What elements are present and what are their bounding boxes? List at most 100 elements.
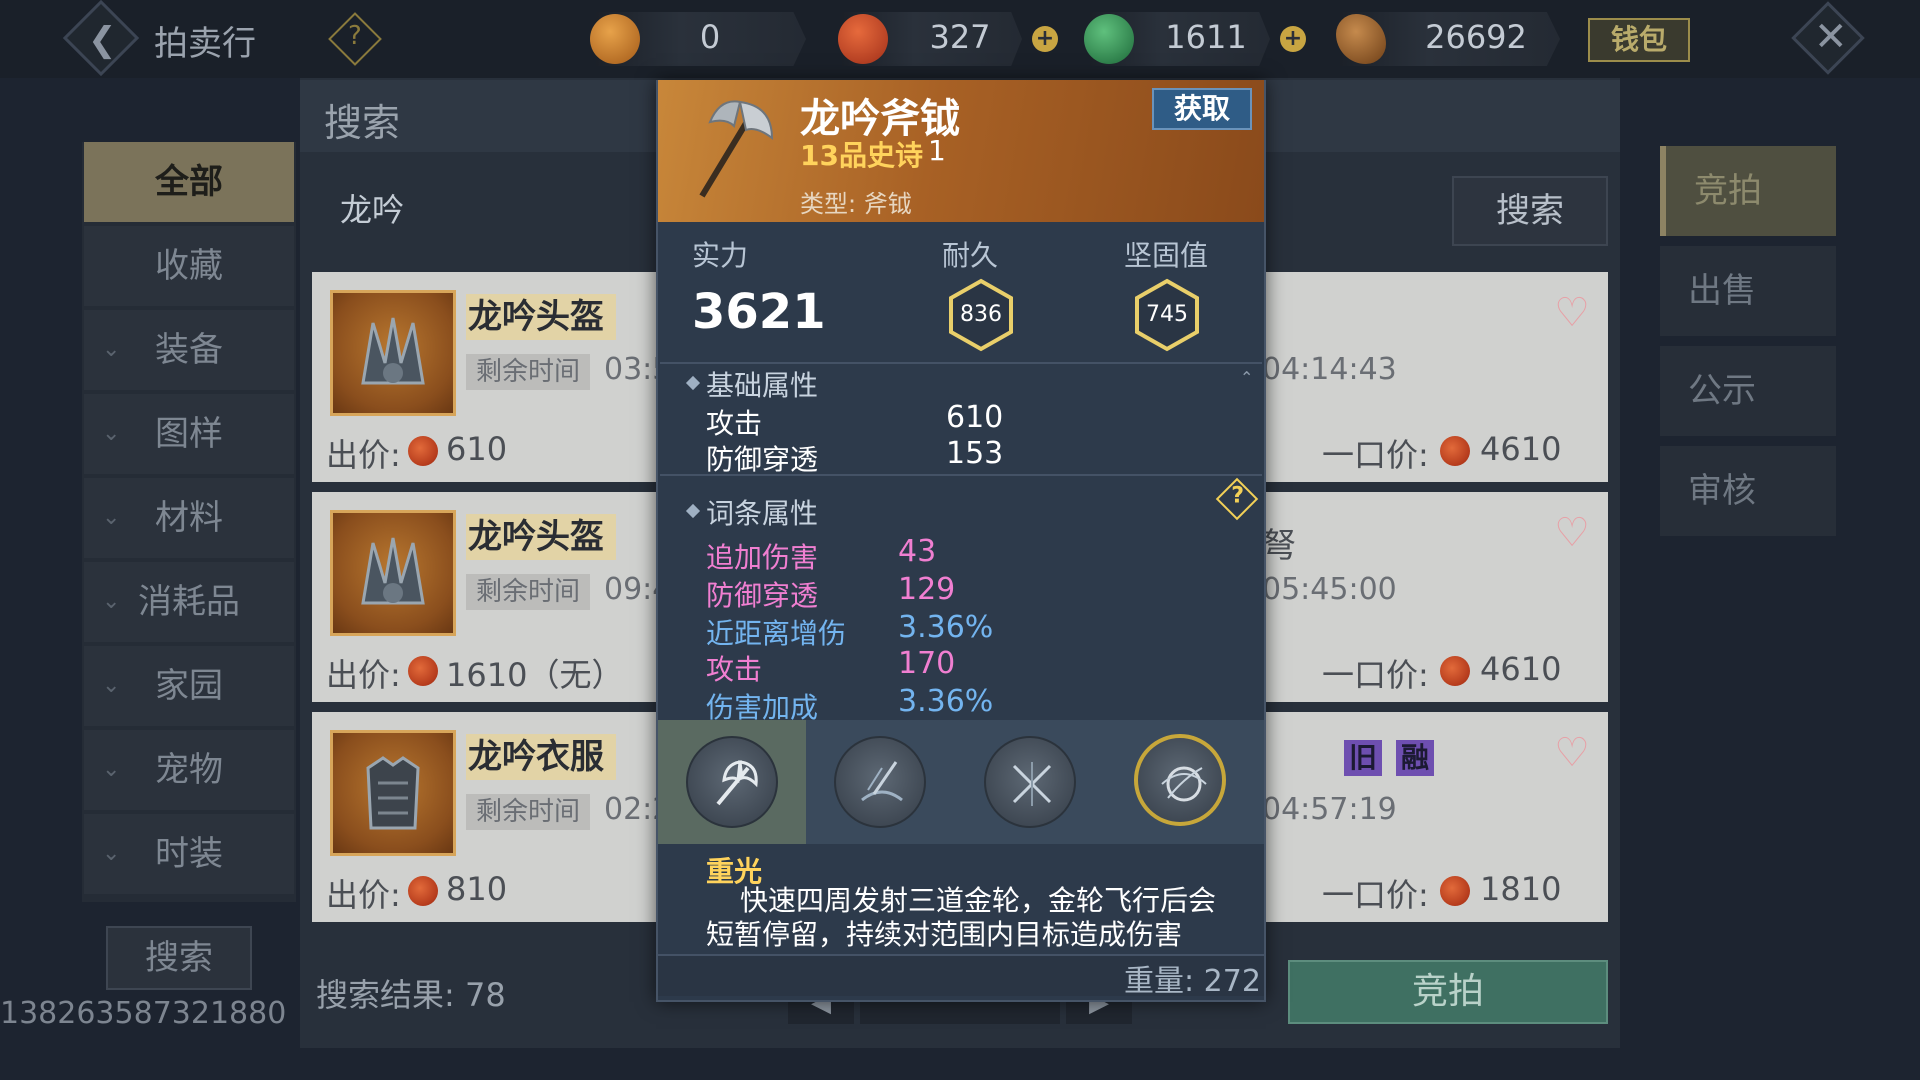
buyout-label: 一口价:: [1322, 656, 1429, 694]
category-consumables[interactable]: ⌄ 消耗品: [84, 562, 294, 642]
firmness-label: 坚固值: [1124, 239, 1209, 272]
listing-name: 弩: [1262, 526, 1296, 566]
category-equipment[interactable]: ⌄ 装备: [84, 310, 294, 390]
listing-name: 龙吟衣服: [466, 734, 616, 780]
listing-name: 龙吟头盔: [466, 514, 616, 560]
category-fashion[interactable]: ⌄ 时装: [84, 814, 294, 894]
base-attr-value: 610: [946, 400, 1004, 435]
bid-price-label: 出价:: [326, 436, 401, 474]
close-button[interactable]: ✕: [1790, 1, 1866, 75]
armor-item-icon: [330, 730, 456, 856]
bid-price-value: 810: [446, 870, 508, 908]
jade-coin-icon: [1084, 14, 1134, 64]
favorite-heart-icon[interactable]: ♡: [1546, 510, 1598, 556]
time-left-value: 05:45:00: [1262, 572, 1397, 607]
base-attr-value: 153: [946, 436, 1004, 471]
cross-slash-skill-icon[interactable]: [984, 736, 1076, 828]
buyout-price: 4610: [1480, 430, 1562, 468]
bid-price-value: 1610（无）: [446, 656, 624, 694]
red-coin-icon: [838, 14, 888, 64]
currency-value: 26692: [1425, 18, 1527, 56]
red-coin-icon: [408, 656, 438, 686]
chevron-down-icon: ⌄: [102, 421, 121, 446]
red-coin-icon: [408, 876, 438, 906]
obtain-button[interactable]: 获取: [1152, 88, 1252, 130]
category-label: 消耗品: [138, 582, 240, 622]
golden-wheel-skill-icon[interactable]: [1134, 734, 1226, 826]
buyout-price: 4610: [1480, 650, 1562, 688]
category-home[interactable]: ⌄ 家园: [84, 646, 294, 726]
collapse-icon[interactable]: ⌃: [1240, 368, 1253, 387]
blade-wave-skill-icon[interactable]: [834, 736, 926, 828]
buyout-price: 1810: [1480, 870, 1562, 908]
plus-icon[interactable]: +: [1280, 26, 1306, 52]
helmet-item-icon: [330, 290, 456, 416]
time-left-label: 剩余时间: [466, 354, 590, 390]
category-all[interactable]: 全部: [84, 142, 294, 222]
category-materials[interactable]: ⌄ 材料: [84, 478, 294, 558]
item-grade-number: 1: [928, 134, 946, 167]
currency-value: 1611: [1165, 18, 1247, 56]
chevron-down-icon: ⌄: [102, 589, 121, 614]
close-icon: ✕: [1814, 14, 1848, 60]
favorite-heart-icon[interactable]: ♡: [1546, 730, 1598, 776]
wallet-button[interactable]: 钱包: [1588, 18, 1690, 62]
affix-attr-name: 追加伤害: [706, 541, 819, 574]
category-label: 宠物: [155, 750, 223, 790]
category-patterns[interactable]: ⌄ 图样: [84, 394, 294, 474]
search-button[interactable]: 搜索: [1452, 176, 1608, 246]
affix-attr-value: 3.36%: [898, 610, 994, 645]
durability-value: 836: [960, 302, 1002, 327]
base-attr-name: 攻击: [706, 407, 763, 440]
time-left-label: 剩余时间: [466, 794, 590, 830]
back-button[interactable]: ❮: [60, 0, 140, 77]
page-title: 拍卖行: [154, 24, 256, 64]
affix-attr-name: 攻击: [706, 653, 763, 686]
chevron-left-icon: ❮: [88, 20, 117, 60]
chevron-down-icon: ⌄: [102, 757, 121, 782]
player-uid: 138263587321880: [0, 996, 287, 1031]
bid-price-label: 出价:: [326, 876, 401, 914]
item-grade: 13品史诗: [800, 139, 923, 172]
tab-public[interactable]: 公示: [1660, 346, 1836, 436]
sidebar-search-button[interactable]: 搜索: [106, 926, 252, 990]
affix-attr-value: 3.36%: [898, 684, 994, 719]
category-label: 家园: [155, 666, 223, 706]
time-left-value: 04:14:43: [1262, 352, 1397, 387]
axe-skill-icon[interactable]: [686, 736, 778, 828]
listing-name: 龙吟头盔: [466, 294, 616, 340]
affix-attr-title: 词条属性: [706, 497, 819, 530]
axe-weapon-icon: [680, 92, 780, 202]
favorite-heart-icon[interactable]: ♡: [1546, 290, 1598, 336]
fused-badge: 融: [1396, 740, 1434, 776]
category-favorites[interactable]: 收藏: [84, 226, 294, 306]
tab-review[interactable]: 审核: [1660, 446, 1836, 536]
red-coin-icon: [1440, 436, 1470, 466]
divider: [660, 474, 1262, 476]
plus-icon[interactable]: +: [1032, 26, 1058, 52]
power-label: 实力: [692, 239, 749, 272]
category-label: 材料: [155, 498, 223, 538]
item-weight: 重量: 272: [1124, 964, 1261, 999]
chevron-down-icon: ⌄: [102, 337, 121, 362]
tab-bid[interactable]: 竞拍: [1660, 146, 1836, 236]
bid-price-label: 出价:: [326, 656, 401, 694]
bean-coin-icon: [590, 14, 640, 64]
currency-value: 327: [929, 18, 991, 56]
time-left-label: 剩余时间: [466, 574, 590, 610]
firmness-value: 745: [1146, 302, 1188, 327]
affix-attr-value: 170: [898, 646, 956, 681]
affix-attr-value: 129: [898, 572, 956, 607]
search-result-count: 搜索结果: 78: [316, 976, 506, 1014]
bid-button[interactable]: 竞拍: [1288, 960, 1608, 1024]
category-pets[interactable]: ⌄ 宠物: [84, 730, 294, 810]
old-badge: 旧: [1344, 740, 1382, 776]
bid-price-value: 610: [446, 430, 508, 468]
tab-sell[interactable]: 出售: [1660, 246, 1836, 336]
buyout-label: 一口价:: [1322, 876, 1429, 914]
red-coin-icon: [408, 436, 438, 466]
power-value: 3621: [692, 284, 826, 340]
category-label: 图样: [155, 414, 223, 454]
buyout-label: 一口价:: [1322, 436, 1429, 474]
category-label: 时装: [155, 834, 223, 874]
